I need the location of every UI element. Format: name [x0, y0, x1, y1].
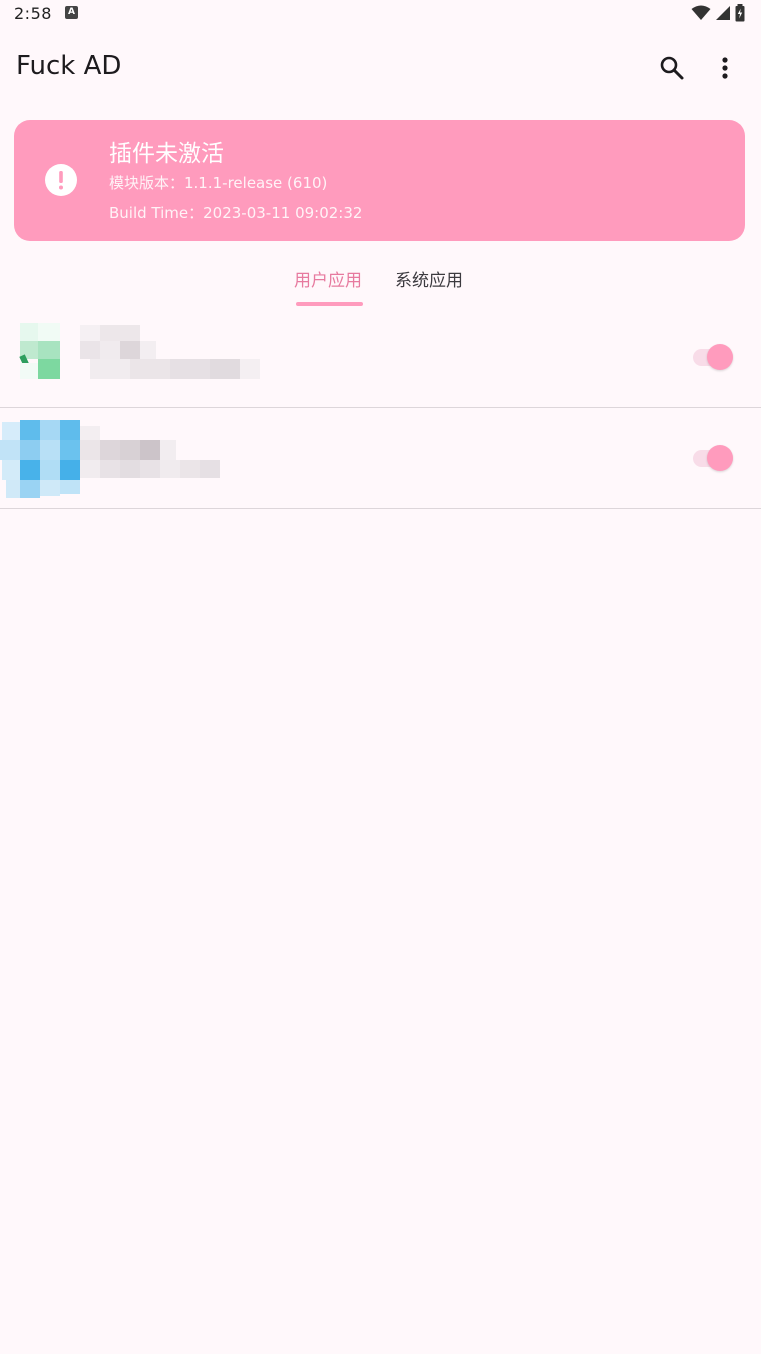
app-package-redacted — [80, 460, 220, 480]
module-status-card[interactable]: 插件未激活 模块版本：1.1.1-release (610) Build Tim… — [14, 120, 745, 241]
status-icons — [691, 4, 745, 22]
switch-thumb — [707, 344, 733, 370]
search-icon — [660, 56, 684, 80]
app-title: Fuck AD — [16, 51, 122, 81]
battery-charging-icon — [735, 4, 745, 22]
tab-indicator — [296, 302, 363, 306]
tab-bar: 用户应用 系统应用 — [0, 258, 761, 310]
app-package-redacted — [90, 359, 260, 379]
module-version-text: 模块版本：1.1.1-release (610) — [109, 174, 328, 192]
app-bar: Fuck AD — [0, 40, 761, 98]
module-status-title: 插件未激活 — [109, 141, 224, 167]
tab-system-apps[interactable]: 系统应用 — [395, 266, 463, 291]
notification-icon: A — [65, 6, 78, 19]
switch-thumb — [707, 445, 733, 471]
app-list-item[interactable] — [0, 307, 761, 408]
more-options-button[interactable] — [709, 52, 741, 84]
status-time: 2:58 — [14, 4, 52, 23]
signal-icon — [716, 6, 730, 20]
enable-switch[interactable] — [691, 342, 735, 372]
wifi-icon — [691, 5, 711, 20]
alert-circle-icon — [45, 164, 77, 196]
tab-user-apps[interactable]: 用户应用 — [294, 266, 362, 291]
enable-switch[interactable] — [691, 443, 735, 473]
build-time-text: Build Time：2023-03-11 09:02:32 — [109, 204, 363, 222]
status-bar: 2:58 A — [0, 0, 761, 28]
app-list-item[interactable] — [0, 408, 761, 509]
app-icon — [16, 323, 76, 383]
search-button[interactable] — [656, 52, 688, 84]
app-icon — [0, 420, 82, 500]
more-vert-icon — [722, 57, 728, 79]
